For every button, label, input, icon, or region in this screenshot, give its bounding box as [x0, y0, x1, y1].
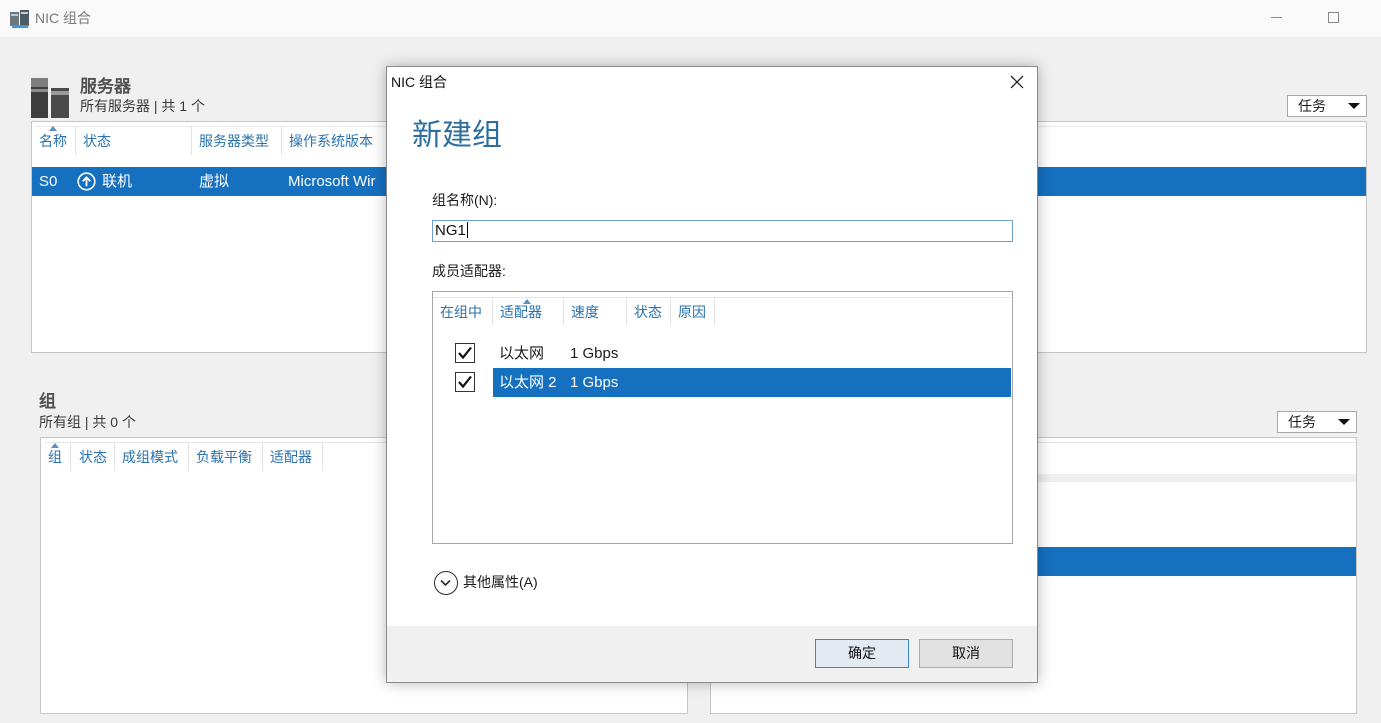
in-team-checkbox[interactable]: [455, 372, 475, 392]
team-name-label: 组名称(N):: [432, 192, 498, 208]
dropdown-arrow-icon: [1348, 103, 1360, 109]
window-titlebar: NIC 组合: [0, 0, 1381, 37]
column-header-adapters[interactable]: 适配器: [270, 448, 312, 466]
adapters-tasks-dropdown[interactable]: 任务: [1277, 411, 1357, 433]
column-divider[interactable]: [322, 443, 323, 471]
servers-section-icon: [31, 78, 69, 118]
dialog-footer: 确定 取消: [387, 626, 1037, 682]
column-divider[interactable]: [492, 298, 493, 325]
column-header-adapter[interactable]: 适配器: [500, 303, 542, 321]
maximize-button[interactable]: [1311, 0, 1357, 36]
checkmark-icon: [458, 346, 472, 360]
minimize-icon: [1271, 17, 1282, 18]
new-team-dialog: NIC 组合 新建组 组名称(N): NG1 成员适配器: 在组中 适配器 速度…: [386, 66, 1038, 683]
column-header-name[interactable]: 名称: [39, 132, 67, 150]
ok-button[interactable]: 确定: [815, 639, 909, 668]
servers-heading: 服务器: [80, 77, 131, 96]
member-adapters-list: 在组中 适配器 速度 状态 原因 以太网 1 Gbps 以太网 2 1 Gbps: [432, 291, 1013, 544]
additional-properties-label: 其他属性(A): [463, 574, 538, 590]
server-os-cell: Microsoft Wir: [288, 173, 376, 190]
adapter-name-cell: 以太网: [499, 345, 545, 362]
column-header-status[interactable]: 状态: [79, 448, 107, 466]
column-divider[interactable]: [714, 298, 715, 325]
cancel-button[interactable]: 取消: [919, 639, 1013, 668]
teams-heading: 组: [39, 392, 56, 411]
column-divider[interactable]: [191, 127, 192, 155]
member-adapters-label: 成员适配器:: [432, 263, 506, 279]
column-header-status[interactable]: 状态: [634, 303, 662, 321]
servers-tasks-dropdown[interactable]: 任务: [1287, 95, 1367, 117]
column-divider[interactable]: [70, 443, 71, 471]
column-divider[interactable]: [281, 127, 282, 155]
team-name-value: NG1: [435, 222, 466, 239]
column-header-reason[interactable]: 原因: [678, 303, 706, 321]
nic-teaming-app-icon: [9, 8, 31, 29]
sort-ascending-icon: [49, 126, 57, 131]
dialog-close-button[interactable]: [1003, 67, 1031, 97]
tasks-label: 任务: [1298, 98, 1326, 114]
column-header-teaming-mode[interactable]: 成组模式: [122, 448, 178, 466]
dialog-title: NIC 组合: [391, 74, 447, 90]
column-header-speed[interactable]: 速度: [571, 303, 599, 321]
column-divider[interactable]: [262, 443, 263, 471]
column-divider[interactable]: [75, 127, 76, 155]
adapter-speed-cell: 1 Gbps: [570, 374, 619, 391]
additional-properties-expander[interactable]: 其他属性(A): [434, 571, 594, 595]
team-name-input[interactable]: NG1: [432, 220, 1013, 242]
column-header-team[interactable]: 组: [48, 448, 62, 466]
checkmark-icon: [458, 375, 472, 389]
close-icon: [1010, 75, 1024, 89]
tasks-label: 任务: [1288, 414, 1316, 430]
server-name-cell: S0: [39, 173, 58, 190]
servers-count: 所有服务器 | 共 1 个: [80, 98, 205, 114]
online-up-arrow-icon: [77, 172, 96, 191]
server-status-cell: 联机: [102, 173, 133, 190]
adapter-name-cell: 以太网 2: [499, 374, 557, 391]
in-team-checkbox[interactable]: [455, 343, 475, 363]
minimize-button[interactable]: [1254, 0, 1300, 36]
column-header-server-type[interactable]: 服务器类型: [199, 132, 269, 150]
dialog-heading: 新建组: [412, 119, 502, 152]
column-header-in-team[interactable]: 在组中: [440, 303, 482, 321]
adapter-row[interactable]: 以太网 2 1 Gbps: [433, 368, 1012, 397]
column-divider[interactable]: [188, 443, 189, 471]
window-title: NIC 组合: [35, 10, 91, 26]
table-header-divider: [433, 297, 1012, 298]
column-divider[interactable]: [670, 298, 671, 325]
text-caret: [466, 222, 468, 238]
column-divider[interactable]: [563, 298, 564, 325]
column-divider[interactable]: [626, 298, 627, 325]
adapter-row[interactable]: 以太网 1 Gbps: [433, 339, 1012, 368]
teams-count: 所有组 | 共 0 个: [39, 414, 136, 430]
adapter-speed-cell: 1 Gbps: [570, 345, 619, 362]
maximize-icon: [1328, 12, 1339, 23]
server-type-cell: 虚拟: [199, 173, 230, 190]
chevron-down-circle-icon: [434, 571, 458, 595]
dropdown-arrow-icon: [1338, 419, 1350, 425]
column-divider[interactable]: [114, 443, 115, 471]
column-header-load-balancing[interactable]: 负载平衡: [196, 448, 252, 466]
column-header-status[interactable]: 状态: [83, 132, 111, 150]
column-header-os-version[interactable]: 操作系统版本: [289, 132, 373, 150]
